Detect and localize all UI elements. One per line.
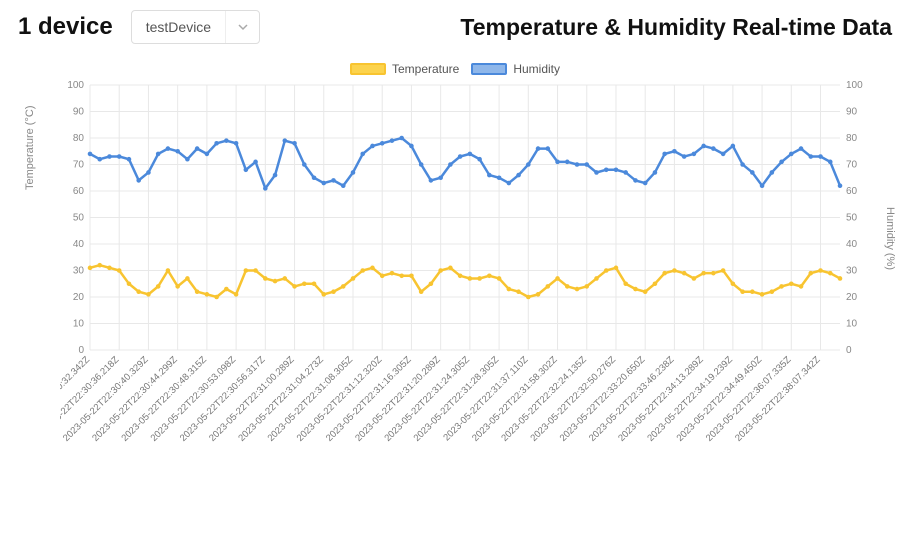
svg-text:50: 50 (73, 213, 85, 224)
legend-item-humidity[interactable]: Humidity (471, 62, 560, 76)
legend-label-temperature: Temperature (392, 62, 459, 76)
device-count-label: 1 device (18, 13, 113, 41)
svg-text:30: 30 (846, 266, 858, 277)
svg-text:40: 40 (846, 239, 858, 250)
device-select-value: testDevice (132, 19, 225, 35)
y-axis-left-label: Temperature (°C) (24, 106, 36, 190)
series-line-temperature (90, 265, 840, 297)
legend-item-temperature[interactable]: Temperature (350, 62, 459, 76)
device-select[interactable]: testDevice (131, 10, 260, 44)
svg-text:90: 90 (846, 107, 858, 118)
chevron-down-icon[interactable] (225, 11, 259, 43)
svg-text:100: 100 (846, 80, 863, 91)
svg-text:70: 70 (846, 160, 858, 171)
svg-text:40: 40 (73, 239, 85, 250)
svg-text:0: 0 (846, 345, 852, 356)
chart-area: 0010102020303040405050606070708080909010… (60, 80, 870, 510)
series-line-humidity (90, 138, 840, 188)
svg-text:100: 100 (67, 80, 84, 91)
y-axis-right-label: Humidity (%) (884, 207, 896, 270)
svg-text:20: 20 (73, 292, 85, 303)
legend-swatch-humidity (471, 63, 507, 75)
svg-text:80: 80 (73, 133, 85, 144)
svg-text:10: 10 (846, 319, 858, 330)
svg-text:90: 90 (73, 107, 85, 118)
svg-text:10: 10 (73, 319, 85, 330)
svg-text:20: 20 (846, 292, 858, 303)
svg-text:80: 80 (846, 133, 858, 144)
svg-text:50: 50 (846, 213, 858, 224)
legend: Temperature Humidity (0, 62, 910, 76)
svg-text:30: 30 (73, 266, 85, 277)
chart-title: Temperature & Humidity Real-time Data (460, 14, 892, 41)
svg-text:60: 60 (846, 186, 858, 197)
svg-text:60: 60 (73, 186, 85, 197)
header: 1 device testDevice Temperature & Humidi… (0, 0, 910, 44)
legend-swatch-temperature (350, 63, 386, 75)
chart-svg: 0010102020303040405050606070708080909010… (60, 80, 870, 510)
legend-label-humidity: Humidity (513, 62, 560, 76)
svg-text:70: 70 (73, 160, 85, 171)
